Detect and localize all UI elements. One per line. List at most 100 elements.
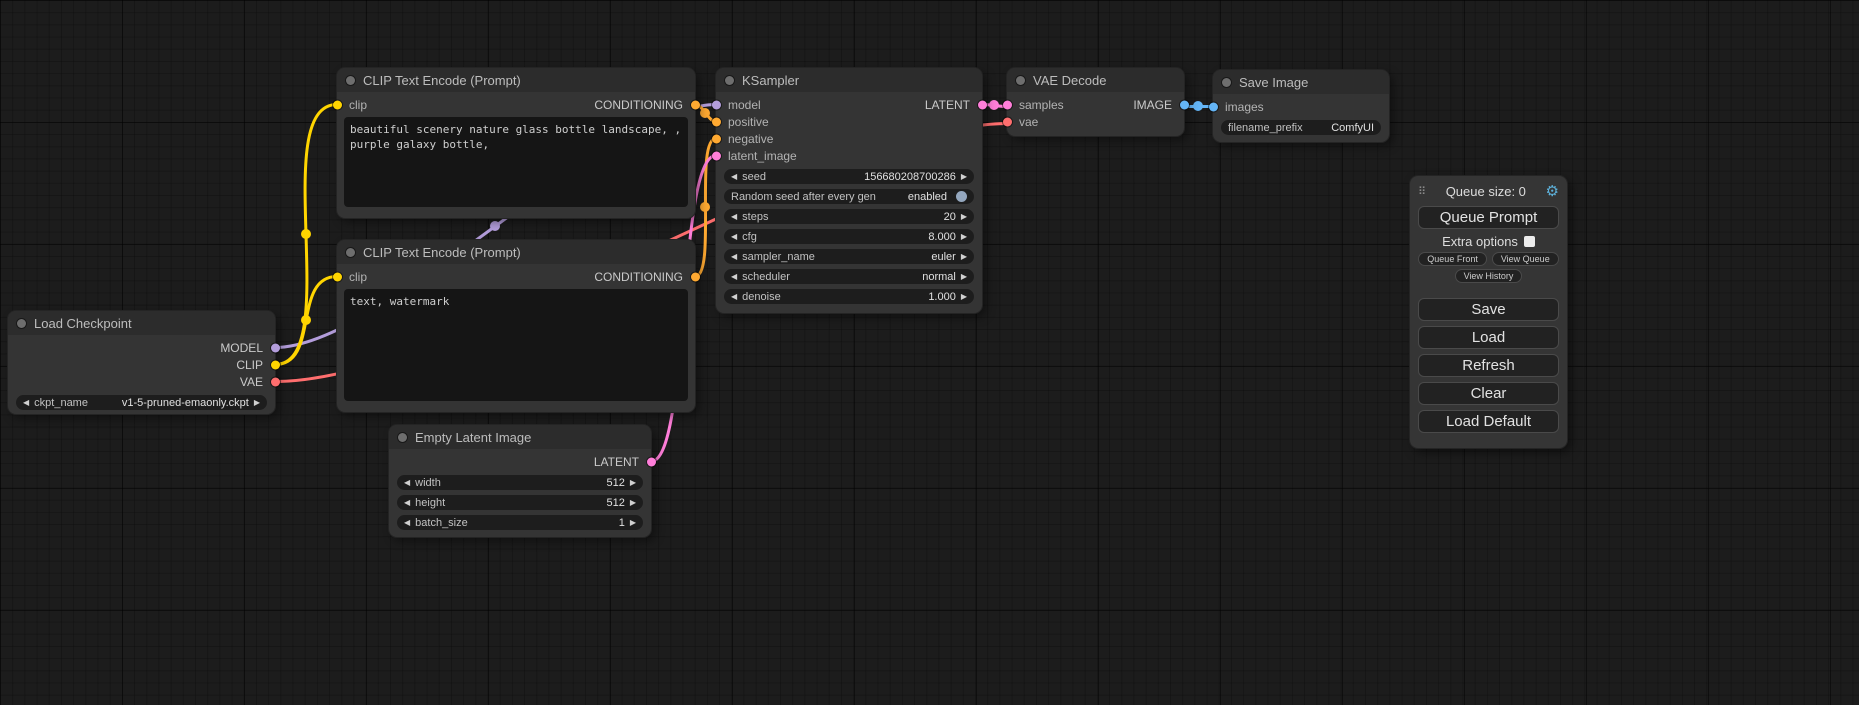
collapse-dot-icon[interactable] bbox=[346, 76, 355, 85]
filename-prefix-widget[interactable]: filename_prefix ComfyUI bbox=[1221, 120, 1381, 135]
increment-arrow-icon[interactable]: ▶ bbox=[630, 499, 636, 507]
settings-gear-icon[interactable]: ⚙ bbox=[1546, 184, 1559, 199]
ckpt-name-widget[interactable]: ◀ ckpt_name v1-5-pruned-emaonly.ckpt ▶ bbox=[16, 395, 267, 410]
slot-label: negative bbox=[728, 132, 773, 146]
increment-arrow-icon[interactable]: ▶ bbox=[961, 293, 967, 301]
random-seed-widget[interactable]: Random seed after every gen enabled bbox=[724, 189, 974, 204]
node-title-bar[interactable]: Empty Latent Image bbox=[389, 425, 651, 449]
node-title-bar[interactable]: VAE Decode bbox=[1007, 68, 1184, 92]
slot-label: images bbox=[1225, 100, 1264, 114]
save-button[interactable]: Save bbox=[1418, 298, 1559, 321]
decrement-arrow-icon[interactable]: ◀ bbox=[731, 213, 737, 221]
decrement-arrow-icon[interactable]: ◀ bbox=[731, 293, 737, 301]
node-ksampler[interactable]: KSampler model LATENT positive negative … bbox=[716, 68, 982, 313]
node-empty-latent-image[interactable]: Empty Latent Image LATENT ◀ width 512 ▶ … bbox=[389, 425, 651, 537]
load-button[interactable]: Load bbox=[1418, 326, 1559, 349]
increment-arrow-icon[interactable]: ▶ bbox=[254, 399, 260, 407]
refresh-button[interactable]: Refresh bbox=[1418, 354, 1559, 377]
latent-image-input-dot[interactable] bbox=[712, 151, 721, 160]
view-history-button[interactable]: View History bbox=[1455, 269, 1523, 283]
widget-label: batch_size bbox=[415, 517, 468, 529]
slot-label: IMAGE bbox=[1133, 98, 1172, 112]
queue-front-button[interactable]: Queue Front bbox=[1418, 252, 1487, 266]
seed-widget[interactable]: ◀ seed 156680208700286 ▶ bbox=[724, 169, 974, 184]
decrement-arrow-icon[interactable]: ◀ bbox=[404, 519, 410, 527]
increment-arrow-icon[interactable]: ▶ bbox=[630, 519, 636, 527]
widget-value: normal bbox=[922, 271, 956, 283]
increment-arrow-icon[interactable]: ▶ bbox=[961, 253, 967, 261]
node-title-bar[interactable]: KSampler bbox=[716, 68, 982, 92]
extra-options-checkbox[interactable] bbox=[1524, 236, 1535, 247]
collapse-dot-icon[interactable] bbox=[17, 319, 26, 328]
image-output-dot[interactable] bbox=[1180, 100, 1189, 109]
collapse-dot-icon[interactable] bbox=[398, 433, 407, 442]
widget-label: width bbox=[415, 477, 441, 489]
decrement-arrow-icon[interactable]: ◀ bbox=[731, 233, 737, 241]
model-output-dot[interactable] bbox=[271, 343, 280, 352]
negative-input-dot[interactable] bbox=[712, 134, 721, 143]
samples-input-dot[interactable] bbox=[1003, 100, 1012, 109]
width-widget[interactable]: ◀ width 512 ▶ bbox=[397, 475, 643, 490]
collapse-dot-icon[interactable] bbox=[346, 248, 355, 257]
clip-output-dot[interactable] bbox=[271, 360, 280, 369]
scheduler-widget[interactable]: ◀ scheduler normal ▶ bbox=[724, 269, 974, 284]
node-title-bar[interactable]: CLIP Text Encode (Prompt) bbox=[337, 68, 695, 92]
view-queue-button[interactable]: View Queue bbox=[1492, 252, 1559, 266]
vae-input-dot[interactable] bbox=[1003, 117, 1012, 126]
output-slot-clip: CLIP bbox=[8, 356, 275, 373]
toggle-dot[interactable] bbox=[956, 191, 967, 202]
steps-widget[interactable]: ◀ steps 20 ▶ bbox=[724, 209, 974, 224]
node-title-bar[interactable]: Load Checkpoint bbox=[8, 311, 275, 335]
increment-arrow-icon[interactable]: ▶ bbox=[630, 479, 636, 487]
node-title-bar[interactable]: Save Image bbox=[1213, 70, 1389, 94]
widget-label: scheduler bbox=[742, 271, 790, 283]
decrement-arrow-icon[interactable]: ◀ bbox=[731, 173, 737, 181]
clip-input-dot[interactable] bbox=[333, 100, 342, 109]
sampler-name-widget[interactable]: ◀ sampler_name euler ▶ bbox=[724, 249, 974, 264]
conditioning-output-dot[interactable] bbox=[691, 272, 700, 281]
decrement-arrow-icon[interactable]: ◀ bbox=[731, 253, 737, 261]
increment-arrow-icon[interactable]: ▶ bbox=[961, 173, 967, 181]
denoise-widget[interactable]: ◀ denoise 1.000 ▶ bbox=[724, 289, 974, 304]
decrement-arrow-icon[interactable]: ◀ bbox=[404, 499, 410, 507]
positive-prompt-textarea[interactable]: beautiful scenery nature glass bottle la… bbox=[344, 117, 688, 207]
slot-label: VAE bbox=[240, 375, 263, 389]
batch-size-widget[interactable]: ◀ batch_size 1 ▶ bbox=[397, 515, 643, 530]
latent-output-dot[interactable] bbox=[647, 457, 656, 466]
increment-arrow-icon[interactable]: ▶ bbox=[961, 213, 967, 221]
collapse-dot-icon[interactable] bbox=[725, 76, 734, 85]
negative-prompt-textarea[interactable]: text, watermark bbox=[344, 289, 688, 401]
decrement-arrow-icon[interactable]: ◀ bbox=[731, 273, 737, 281]
clip-input-dot[interactable] bbox=[333, 272, 342, 281]
decrement-arrow-icon[interactable]: ◀ bbox=[23, 399, 29, 407]
queue-prompt-button[interactable]: Queue Prompt bbox=[1418, 206, 1559, 229]
clear-button[interactable]: Clear bbox=[1418, 382, 1559, 405]
node-vae-decode[interactable]: VAE Decode samples IMAGE vae bbox=[1007, 68, 1184, 136]
widget-label: seed bbox=[742, 171, 766, 183]
height-widget[interactable]: ◀ height 512 ▶ bbox=[397, 495, 643, 510]
collapse-dot-icon[interactable] bbox=[1016, 76, 1025, 85]
increment-arrow-icon[interactable]: ▶ bbox=[961, 273, 967, 281]
drag-handle-icon[interactable]: ⠿ bbox=[1418, 185, 1426, 198]
node-title-bar[interactable]: CLIP Text Encode (Prompt) bbox=[337, 240, 695, 264]
load-default-button[interactable]: Load Default bbox=[1418, 410, 1559, 433]
images-input-dot[interactable] bbox=[1209, 102, 1218, 111]
vae-output-dot[interactable] bbox=[271, 377, 280, 386]
comfyui-canvas[interactable]: { "colors": { "model": "#B39DDB", "clip"… bbox=[0, 0, 1859, 705]
positive-input-dot[interactable] bbox=[712, 117, 721, 126]
slot-label: LATENT bbox=[925, 98, 970, 112]
increment-arrow-icon[interactable]: ▶ bbox=[961, 233, 967, 241]
node-clip-text-encode-positive[interactable]: CLIP Text Encode (Prompt) clip CONDITION… bbox=[337, 68, 695, 218]
latent-output-dot[interactable] bbox=[978, 100, 987, 109]
collapse-dot-icon[interactable] bbox=[1222, 78, 1231, 87]
node-load-checkpoint[interactable]: Load Checkpoint MODEL CLIP VAE ◀ ckpt_na… bbox=[8, 311, 275, 414]
queue-panel[interactable]: ⠿ Queue size: 0 ⚙ Queue Prompt Extra opt… bbox=[1410, 176, 1567, 448]
conditioning-output-dot[interactable] bbox=[691, 100, 700, 109]
widget-value: 1 bbox=[619, 517, 625, 529]
widget-label: steps bbox=[742, 211, 768, 223]
node-clip-text-encode-negative[interactable]: CLIP Text Encode (Prompt) clip CONDITION… bbox=[337, 240, 695, 412]
model-input-dot[interactable] bbox=[712, 100, 721, 109]
cfg-widget[interactable]: ◀ cfg 8.000 ▶ bbox=[724, 229, 974, 244]
decrement-arrow-icon[interactable]: ◀ bbox=[404, 479, 410, 487]
node-save-image[interactable]: Save Image images filename_prefix ComfyU… bbox=[1213, 70, 1389, 142]
